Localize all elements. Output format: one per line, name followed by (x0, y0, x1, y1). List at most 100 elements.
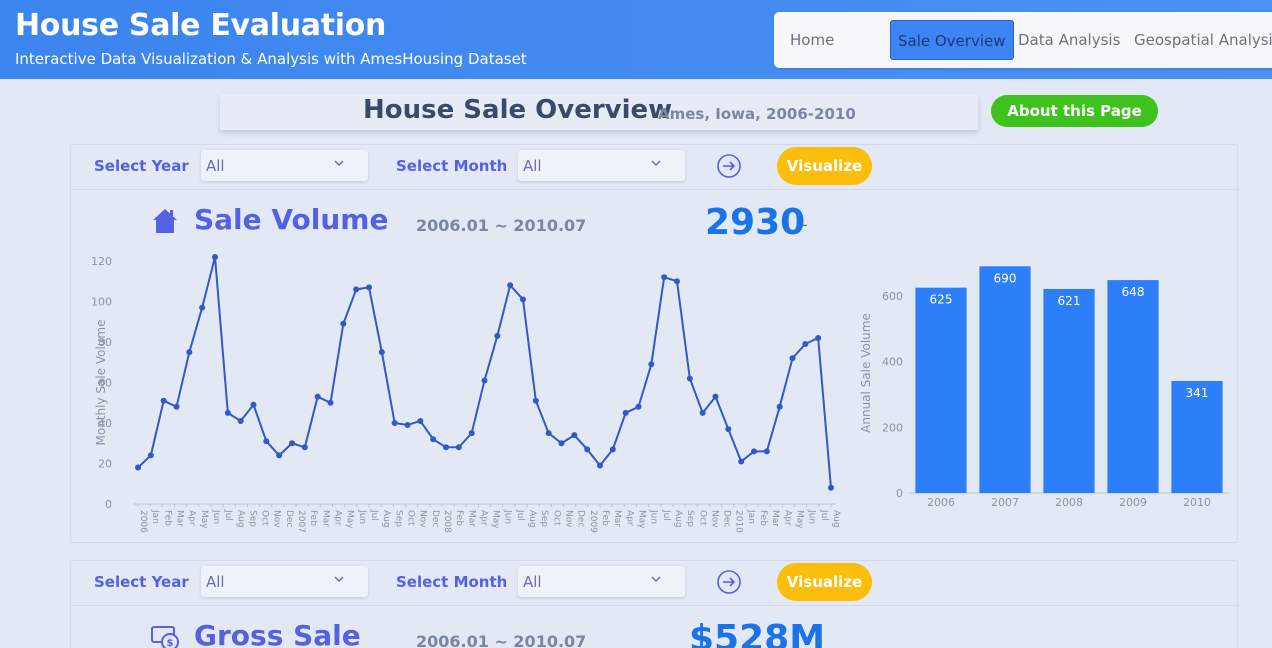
x-tick-label: Nov (272, 510, 282, 528)
data-point (276, 452, 283, 459)
x-tick-label: Feb (600, 510, 610, 526)
bar-value-label: 690 (994, 271, 1017, 285)
data-point (609, 446, 616, 453)
x-tick-label: Jul (223, 509, 233, 521)
x-tick-label: 2008 (442, 510, 452, 533)
data-point (520, 296, 526, 303)
x-tick-label: Jul (661, 509, 671, 521)
year-select[interactable]: All (201, 150, 368, 181)
nav-item-home[interactable]: Home (790, 20, 834, 60)
nav-item-sale-overview[interactable]: Sale Overview (890, 20, 1014, 60)
gross-sale-title: Gross Sale (194, 619, 361, 648)
y-tick-label: 200 (882, 421, 903, 434)
x-tick-label: Oct (260, 510, 270, 526)
visualize-button[interactable]: Visualize (777, 147, 872, 185)
nav-item-data-analysis[interactable]: Data Analysis (1018, 20, 1120, 60)
data-point (404, 422, 411, 429)
app-subtitle: Interactive Data Visualization & Analysi… (15, 50, 527, 68)
x-tick-label: Mar (174, 510, 184, 527)
x-tick-label: Oct (697, 510, 707, 526)
bar (915, 287, 967, 493)
data-point (545, 430, 552, 437)
data-point (289, 440, 295, 447)
x-tick-label: Sep (247, 510, 257, 527)
data-point (699, 409, 706, 416)
data-point (712, 393, 719, 400)
data-point (558, 440, 565, 447)
data-point (815, 334, 822, 341)
arrow-right-circle-icon[interactable] (716, 569, 742, 595)
x-tick-label: Apr (624, 510, 634, 526)
x-tick-label: Aug (527, 510, 537, 528)
x-tick-label: Jun (649, 509, 659, 524)
x-tick-label: Aug (831, 510, 841, 528)
x-tick-label: 2009 (1119, 496, 1147, 509)
chevron-down-icon (651, 576, 661, 583)
x-tick-label: Apr (187, 510, 197, 526)
month-select[interactable]: All (518, 566, 685, 597)
x-tick-label: Feb (162, 510, 172, 526)
bar-value-label: 341 (1186, 386, 1209, 400)
data-point (789, 355, 796, 362)
sale-volume-delta: - (802, 215, 808, 234)
monthly-sale-volume-chart: 020406080100120Monthly Sale Volume2006 Ja… (91, 253, 841, 533)
page-title-card: House Sale Overview Ames, Iowa, 2006-201… (220, 94, 978, 130)
x-tick-label: 2007 (991, 496, 1019, 509)
x-tick-label: Apr (782, 510, 792, 526)
x-tick-label: Feb (308, 510, 318, 526)
series-line (137, 256, 832, 488)
sale-volume-range: 2006.01 ~ 2010.07 (416, 216, 587, 235)
arrow-right-circle-icon[interactable] (716, 153, 742, 179)
x-tick-label: Sep (539, 510, 549, 527)
year-select[interactable]: All (201, 566, 368, 597)
data-point (237, 417, 244, 424)
x-tick-label: Jul (819, 509, 829, 521)
data-point (443, 444, 449, 451)
data-point (455, 444, 462, 451)
data-point (224, 409, 231, 416)
data-point (160, 397, 167, 404)
x-tick-label: Apr (478, 510, 488, 526)
data-point (173, 403, 180, 410)
data-point (776, 403, 783, 410)
gross-sale-section: Select Year All Select Month All Visuali… (70, 560, 1239, 648)
data-point (622, 409, 629, 416)
x-tick-label: Oct (551, 510, 561, 526)
page-subtitle: Ames, Iowa, 2006-2010 (658, 105, 856, 123)
filter-bar: Select Year All Select Month All Visuali… (71, 561, 1239, 606)
data-point (391, 420, 398, 426)
y-axis-label: Monthly Sale Volume (94, 320, 108, 446)
data-point (340, 320, 347, 327)
house-icon (153, 209, 177, 233)
x-tick-label: Apr (333, 510, 343, 526)
x-tick-label: Mar (612, 510, 622, 527)
x-tick-label: 2006 (927, 496, 955, 509)
month-select[interactable]: All (518, 150, 685, 181)
data-point (250, 401, 257, 408)
data-point (635, 403, 642, 410)
month-select-value: All (523, 157, 542, 175)
x-tick-label: May (491, 510, 501, 529)
about-page-button[interactable]: About this Page (991, 95, 1158, 127)
sale-volume-total: 2930 (705, 202, 806, 243)
data-point (661, 274, 668, 281)
nav-item-geospatial-analysis[interactable]: Geospatial Analysis (1134, 20, 1272, 60)
x-tick-label: Nov (418, 510, 428, 528)
x-tick-label: May (636, 510, 646, 529)
bar (1043, 288, 1095, 493)
x-tick-label: Oct (405, 510, 415, 526)
page-title: House Sale Overview (363, 95, 673, 125)
data-point (648, 361, 655, 368)
visualize-button[interactable]: Visualize (777, 563, 872, 601)
x-tick-label: Jul (515, 509, 525, 521)
filter-bar: Select Year All Select Month All Visuali… (71, 145, 1239, 190)
y-tick-label: 120 (91, 255, 112, 268)
x-tick-label: 2010 (734, 510, 744, 533)
y-tick-label: 100 (91, 296, 112, 309)
x-tick-label: Dec (284, 510, 294, 527)
data-point (532, 397, 539, 404)
bar-value-label: 625 (930, 293, 953, 307)
x-tick-label: Nov (564, 510, 574, 528)
data-point (597, 462, 603, 469)
data-point (494, 332, 501, 339)
